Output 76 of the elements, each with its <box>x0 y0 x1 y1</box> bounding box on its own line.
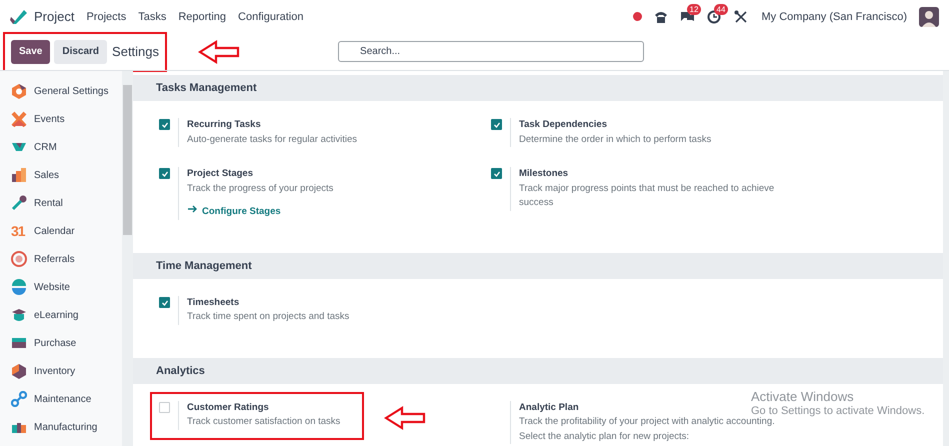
setting-description: Determine the order in which to perform tasks <box>519 132 712 146</box>
setting-title: Analytic Plan <box>519 400 579 414</box>
box-icon <box>11 335 27 351</box>
setting-note: Select the analytic plan for new projects: <box>519 430 690 444</box>
menu-item[interactable]: Configuration <box>238 10 304 22</box>
checkbox[interactable] <box>491 168 502 179</box>
sidebar-item[interactable]: Maintenance <box>0 385 122 413</box>
menu-item[interactable]: Tasks <box>138 10 166 22</box>
sidebar-item[interactable]: Inventory <box>0 357 122 385</box>
phone-icon[interactable] <box>654 10 668 23</box>
target-icon <box>11 251 27 267</box>
cube-icon <box>11 363 27 379</box>
globe-icon <box>11 279 27 295</box>
save-button[interactable]: Save <box>11 40 50 64</box>
setting-description: Track customer satisfaction on tasks <box>187 415 340 429</box>
scrollbar[interactable] <box>943 71 949 446</box>
setting-title: Project Stages <box>187 167 253 181</box>
calendar-icon: 31 <box>11 223 27 239</box>
company-switcher[interactable]: My Company (San Francisco) <box>762 10 907 22</box>
hexagon-icon <box>11 83 27 99</box>
key-icon <box>11 195 27 211</box>
sidebar-item[interactable]: Manufacturing <box>0 413 122 441</box>
sidebar-item[interactable]: Purchase <box>0 329 122 357</box>
section-header: Time Management <box>133 252 943 278</box>
watermark-text: Go to Settings to activate Windows. <box>751 405 925 417</box>
count-badge: 44 <box>714 4 728 14</box>
sidebar-item[interactable]: eLearning <box>0 301 122 329</box>
check-icon <box>492 169 501 178</box>
tools-icon[interactable] <box>734 10 748 24</box>
sidebar-item[interactable]: Rental <box>0 189 122 217</box>
breadcrumb: Settings <box>112 44 160 59</box>
sidebar-item[interactable]: Referrals <box>0 245 122 273</box>
setting-title: Task Dependencies <box>519 118 608 132</box>
checkbox[interactable] <box>159 296 170 308</box>
discard-button[interactable]: Discard <box>54 40 108 64</box>
annotation-arrow <box>384 406 426 430</box>
setting-description: Track the progress of your projects <box>187 182 334 196</box>
setting-title: Timesheets <box>187 296 240 310</box>
setting-description: Track the profitability of your project with analytic accounting. <box>519 415 775 429</box>
setting-title: Recurring Tasks <box>187 118 261 132</box>
arrow-icon <box>187 204 197 214</box>
section-header: Analytics <box>133 358 943 384</box>
setting-description: Auto-generate tasks for regular activities <box>187 132 358 146</box>
logo-icon[interactable] <box>10 8 28 25</box>
cap-icon <box>11 307 27 323</box>
app-name[interactable]: Project <box>34 9 74 24</box>
sidebar-item[interactable]: Website <box>0 273 122 301</box>
checkbox[interactable] <box>159 168 170 179</box>
search-field[interactable]: Search... <box>338 41 644 62</box>
checkbox[interactable] <box>159 119 170 130</box>
section-header: Tasks Management <box>133 75 943 101</box>
annotation-arrow <box>198 40 240 64</box>
scrollbar[interactable] <box>122 71 133 446</box>
setting-description: Track major progress points that must be reached to achieve success <box>519 182 776 210</box>
check-icon <box>160 169 169 178</box>
sidebar-item[interactable]: CRM <box>0 133 122 161</box>
count-badge: 12 <box>686 4 702 14</box>
menu-item[interactable]: Reporting <box>178 10 226 22</box>
sidebar-item[interactable]: Sales <box>0 161 122 189</box>
sidebar-item[interactable]: Events <box>0 105 122 133</box>
cross-icon <box>11 111 27 127</box>
check-icon <box>492 120 501 129</box>
sidebar-item[interactable]: General Settings <box>0 77 122 105</box>
setting-title: Customer Ratings <box>187 400 269 414</box>
setting-title: Milestones <box>519 167 568 181</box>
configure-link[interactable]: Configure Stages <box>187 204 281 220</box>
status-dot[interactable] <box>632 12 642 21</box>
menu-item[interactable]: Projects <box>86 10 126 22</box>
watermark-title: Activate Windows <box>751 389 854 404</box>
checkbox[interactable] <box>491 119 502 130</box>
bars-icon <box>11 167 27 183</box>
sidebar-item[interactable]: 31 Calendar <box>0 217 122 245</box>
avatar[interactable] <box>919 6 939 26</box>
setting-description: Track time spent on projects and tasks <box>187 310 350 324</box>
chain-icon <box>11 391 27 407</box>
check-icon <box>160 120 169 129</box>
